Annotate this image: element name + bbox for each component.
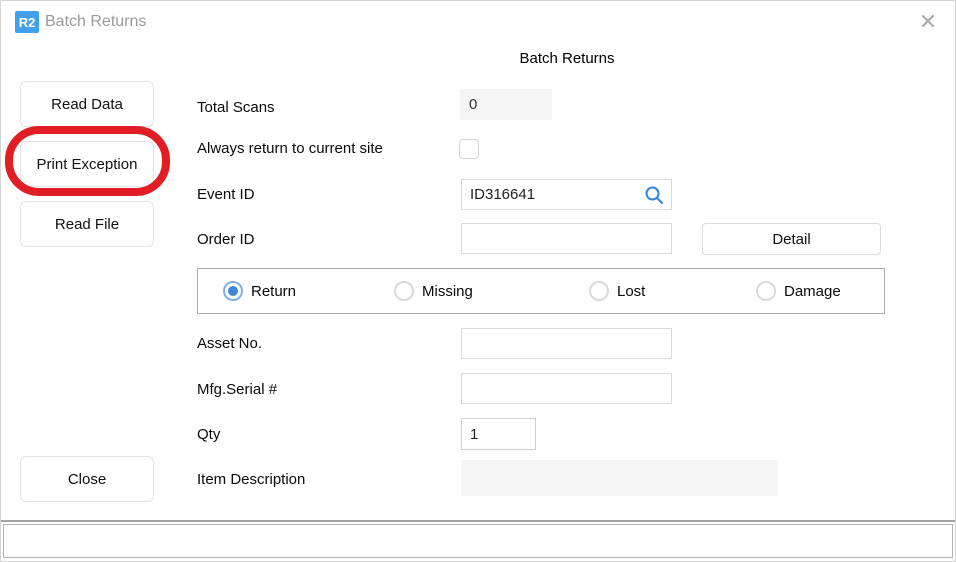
title-bar: R2 Batch Returns ✕ bbox=[1, 1, 955, 45]
event-id-label: Event ID bbox=[197, 185, 255, 205]
radio-damage-label: Damage bbox=[784, 283, 841, 300]
asset-no-label: Asset No. bbox=[197, 334, 262, 354]
window-title: Batch Returns bbox=[45, 13, 146, 31]
always-return-checkbox[interactable] bbox=[459, 139, 479, 159]
search-icon[interactable] bbox=[644, 185, 664, 205]
detail-button[interactable]: Detail bbox=[702, 223, 881, 255]
form-header: Batch Returns bbox=[461, 50, 673, 67]
radio-return-icon bbox=[223, 281, 243, 301]
radio-damage[interactable]: Damage bbox=[756, 269, 841, 313]
order-id-input[interactable] bbox=[461, 223, 672, 254]
order-id-label: Order ID bbox=[197, 230, 255, 250]
mfg-serial-label: Mfg.Serial # bbox=[197, 380, 277, 400]
qty-input[interactable] bbox=[461, 418, 536, 450]
return-type-group: Return Missing Lost Damage bbox=[197, 268, 885, 314]
event-id-input[interactable] bbox=[461, 179, 672, 210]
batch-returns-dialog: R2 Batch Returns ✕ Read Data Print Excep… bbox=[0, 0, 956, 562]
radio-missing[interactable]: Missing bbox=[394, 269, 473, 313]
radio-missing-icon bbox=[394, 281, 414, 301]
radio-return[interactable]: Return bbox=[223, 269, 296, 313]
radio-missing-label: Missing bbox=[422, 283, 473, 300]
status-bar bbox=[3, 524, 953, 558]
qty-label: Qty bbox=[197, 425, 220, 445]
print-exception-button[interactable]: Print Exception bbox=[20, 141, 154, 187]
total-scans-value: 0 bbox=[460, 89, 552, 120]
radio-lost[interactable]: Lost bbox=[589, 269, 645, 313]
radio-damage-icon bbox=[756, 281, 776, 301]
item-description-label: Item Description bbox=[197, 470, 305, 490]
r2-app-icon: R2 bbox=[15, 11, 39, 33]
item-description-value bbox=[461, 460, 778, 496]
mfg-serial-input[interactable] bbox=[461, 373, 672, 404]
asset-no-input[interactable] bbox=[461, 328, 672, 359]
radio-lost-label: Lost bbox=[617, 283, 645, 300]
radio-return-label: Return bbox=[251, 283, 296, 300]
read-data-button[interactable]: Read Data bbox=[20, 81, 154, 127]
window-close-icon[interactable]: ✕ bbox=[913, 7, 943, 37]
total-scans-label: Total Scans bbox=[197, 98, 275, 118]
radio-lost-icon bbox=[589, 281, 609, 301]
always-return-label: Always return to current site bbox=[197, 139, 383, 159]
close-button[interactable]: Close bbox=[20, 456, 154, 502]
read-file-button[interactable]: Read File bbox=[20, 201, 154, 247]
bottom-divider bbox=[1, 520, 956, 522]
